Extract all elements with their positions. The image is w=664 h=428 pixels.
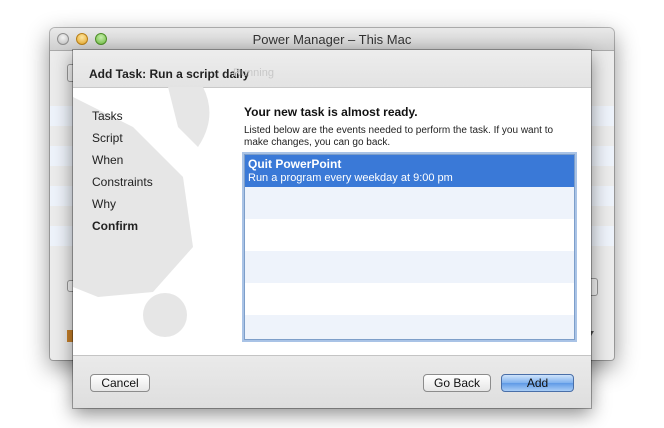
sheet-title: Add Task: Run a script daily [89, 67, 250, 81]
list-item [245, 315, 574, 339]
step-script: Script [92, 131, 123, 145]
step-tasks: Tasks [92, 109, 123, 123]
list-item [245, 251, 574, 283]
go-back-button[interactable]: Go Back [423, 374, 491, 392]
list-item [245, 187, 574, 219]
step-constraints: Constraints [92, 175, 153, 189]
task-description: Run a program every weekday at 9:00 pm [248, 172, 453, 184]
task-row-selected[interactable]: Quit PowerPoint Run a program every week… [245, 155, 574, 187]
task-events-list[interactable]: Quit PowerPoint Run a program every week… [244, 154, 575, 340]
content-description: Listed below are the events needed to pe… [244, 125, 554, 148]
add-button[interactable]: Add [501, 374, 574, 392]
add-task-sheet: Add Task: Run a script daily Running Tas… [73, 50, 591, 408]
sheet-header: Add Task: Run a script daily Running [73, 50, 591, 88]
list-item [245, 219, 574, 251]
sheet-ghost-text: Running [233, 67, 274, 79]
wizard-steps: Tasks Script When Constraints Why Confir… [92, 105, 153, 237]
sheet-footer: Cancel Go Back Add [73, 355, 591, 408]
task-name: Quit PowerPoint [248, 157, 342, 171]
content-heading: Your new task is almost ready. [244, 105, 418, 119]
step-why: Why [92, 197, 116, 211]
window-titlebar[interactable]: Power Manager – This Mac [50, 28, 614, 51]
window-title: Power Manager – This Mac [252, 32, 412, 47]
step-when: When [92, 153, 124, 167]
step-confirm: Confirm [92, 219, 138, 233]
cancel-button[interactable]: Cancel [90, 374, 150, 392]
list-item [245, 283, 574, 315]
